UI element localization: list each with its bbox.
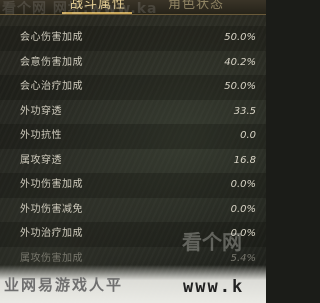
stat-value: 16.8 [233,154,256,166]
stat-value: 33.5 [233,105,256,117]
stat-value: 0.0% [230,179,256,190]
stat-row: 外功伤害减免 0.0% [0,198,266,223]
watermark-top: 看个网 网址:www.ka [2,1,158,17]
stat-label: 属攻穿透 [20,154,62,166]
stat-label: 会心伤害加成 [20,32,83,43]
stat-row: 外功穿透 33.5 [0,100,266,125]
stat-label: 外功治疗加成 [20,228,83,239]
stat-row: 会意伤害加成 40.2% [0,51,266,76]
tab-character-status[interactable]: 角色状态 [168,0,224,14]
stat-label: 外功伤害加成 [20,179,83,190]
stat-value: 0.0 [240,130,256,141]
stat-label: 会心治疗加成 [20,81,83,92]
stat-row: 会心伤害加成 50.0% [0,26,266,51]
stat-row: 外功伤害加成 0.0% [0,173,266,198]
footer-watermark-band: 业网易游戏人平 www.k [0,265,266,303]
stat-row: 会心治疗加成 50.0% [0,75,266,100]
stat-value: 50.0% [224,81,256,92]
stat-value: 40.2% [224,56,256,68]
watermark-logo: 看个网 [182,230,242,254]
stat-value: 0.0% [230,203,256,215]
stat-row: 外功抗性 0.0 [0,124,266,149]
stat-label: 会意伤害加成 [20,56,83,68]
stat-label: 外功穿透 [20,105,62,117]
stat-label: 外功伤害减免 [20,203,83,215]
watermark-bottom-url: www.k [183,277,245,297]
stat-row: 属攻穿透 16.8 [0,149,266,174]
watermark-bottom-text: 业网易游戏人平 [4,276,124,294]
stat-value: 50.0% [224,32,256,43]
stat-label: 外功抗性 [20,130,62,141]
